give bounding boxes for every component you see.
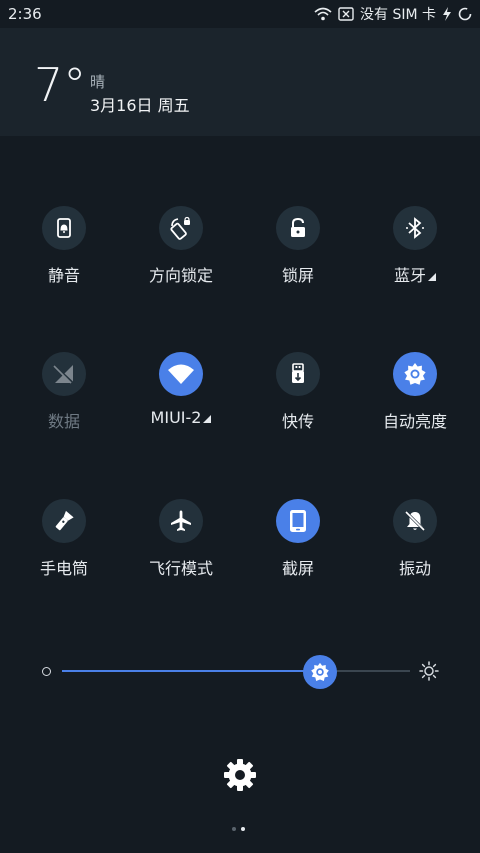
- tile-label: 自动亮度: [382, 412, 447, 431]
- brightness-track-fill: [62, 670, 320, 672]
- tile-label: 方向锁定: [148, 266, 213, 285]
- auto-brightness-icon: [393, 352, 437, 396]
- temperature: 7°: [34, 58, 87, 112]
- quick-settings-screen: 2:36 没有 SIM 卡 7° 晴 3月16日 周五 静音 方向锁定 锁屏 蓝…: [0, 0, 480, 853]
- no-sim-icon: [338, 7, 354, 21]
- tile-label: MIUI-2: [150, 408, 202, 427]
- status-bar: 2:36 没有 SIM 卡: [0, 0, 480, 28]
- status-time: 2:36: [8, 5, 42, 23]
- expand-indicator: [203, 415, 212, 423]
- brightness-low-icon: [42, 667, 51, 676]
- charging-icon: [442, 7, 452, 21]
- tile-label: 蓝牙: [393, 266, 426, 285]
- tile-screenshot[interactable]: 截屏: [243, 499, 353, 589]
- tile-rotation-lock[interactable]: 方向锁定: [126, 206, 236, 296]
- flashlight-icon: [42, 499, 86, 543]
- airplane-icon: [159, 499, 203, 543]
- tile-auto-brightness[interactable]: 自动亮度: [360, 352, 470, 442]
- tile-label: 数据: [47, 412, 80, 431]
- tile-mobile-data[interactable]: 数据: [9, 352, 119, 442]
- tile-label: 截屏: [281, 559, 314, 578]
- screenshot-icon: [276, 499, 320, 543]
- settings-gear-icon[interactable]: [222, 757, 258, 793]
- tile-label: 静音: [47, 266, 80, 285]
- expand-indicator: [428, 273, 436, 281]
- tile-wifi[interactable]: MIUI-2: [126, 352, 236, 442]
- lock-icon: [276, 206, 320, 250]
- tile-lock-screen[interactable]: 锁屏: [243, 206, 353, 296]
- tile-airplane-mode[interactable]: 飞行模式: [126, 499, 236, 589]
- tile-label: 快传: [281, 412, 314, 431]
- usb-transfer-icon: [276, 352, 320, 396]
- brightness-track[interactable]: [62, 670, 410, 672]
- tile-label: 振动: [398, 559, 431, 578]
- tile-label: 锁屏: [281, 266, 314, 285]
- brightness-high-icon: [419, 661, 439, 685]
- status-icons: 没有 SIM 卡: [314, 4, 472, 24]
- rotation-lock-icon: [159, 206, 203, 250]
- vibrate-off-icon: [393, 499, 437, 543]
- page-dot-active: [241, 827, 245, 831]
- tile-silent[interactable]: 静音: [9, 206, 119, 296]
- mobile-data-icon: [42, 352, 86, 396]
- bluetooth-icon: [393, 206, 437, 250]
- brightness-thumb[interactable]: [302, 655, 337, 689]
- weather-condition: 晴: [90, 73, 106, 91]
- tile-label: 手电筒: [39, 559, 88, 578]
- sim-status-text: 没有 SIM 卡: [360, 7, 436, 23]
- silent-icon: [42, 206, 86, 250]
- wifi-icon: [159, 352, 203, 396]
- tile-vibrate[interactable]: 振动: [360, 499, 470, 589]
- tile-label: 飞行模式: [148, 559, 213, 578]
- wifi-signal-icon: [314, 7, 332, 21]
- battery-icon: [458, 7, 472, 21]
- page-dot: [232, 827, 236, 831]
- tile-flashlight[interactable]: 手电筒: [9, 499, 119, 589]
- tile-quick-transfer[interactable]: 快传: [243, 352, 353, 442]
- tile-bluetooth[interactable]: 蓝牙: [360, 206, 470, 296]
- date: 3月16日 周五: [90, 96, 190, 115]
- page-indicator: [232, 827, 245, 831]
- weather-header[interactable]: 7° 晴 3月16日 周五: [0, 28, 480, 136]
- brightness-slider[interactable]: [0, 650, 480, 694]
